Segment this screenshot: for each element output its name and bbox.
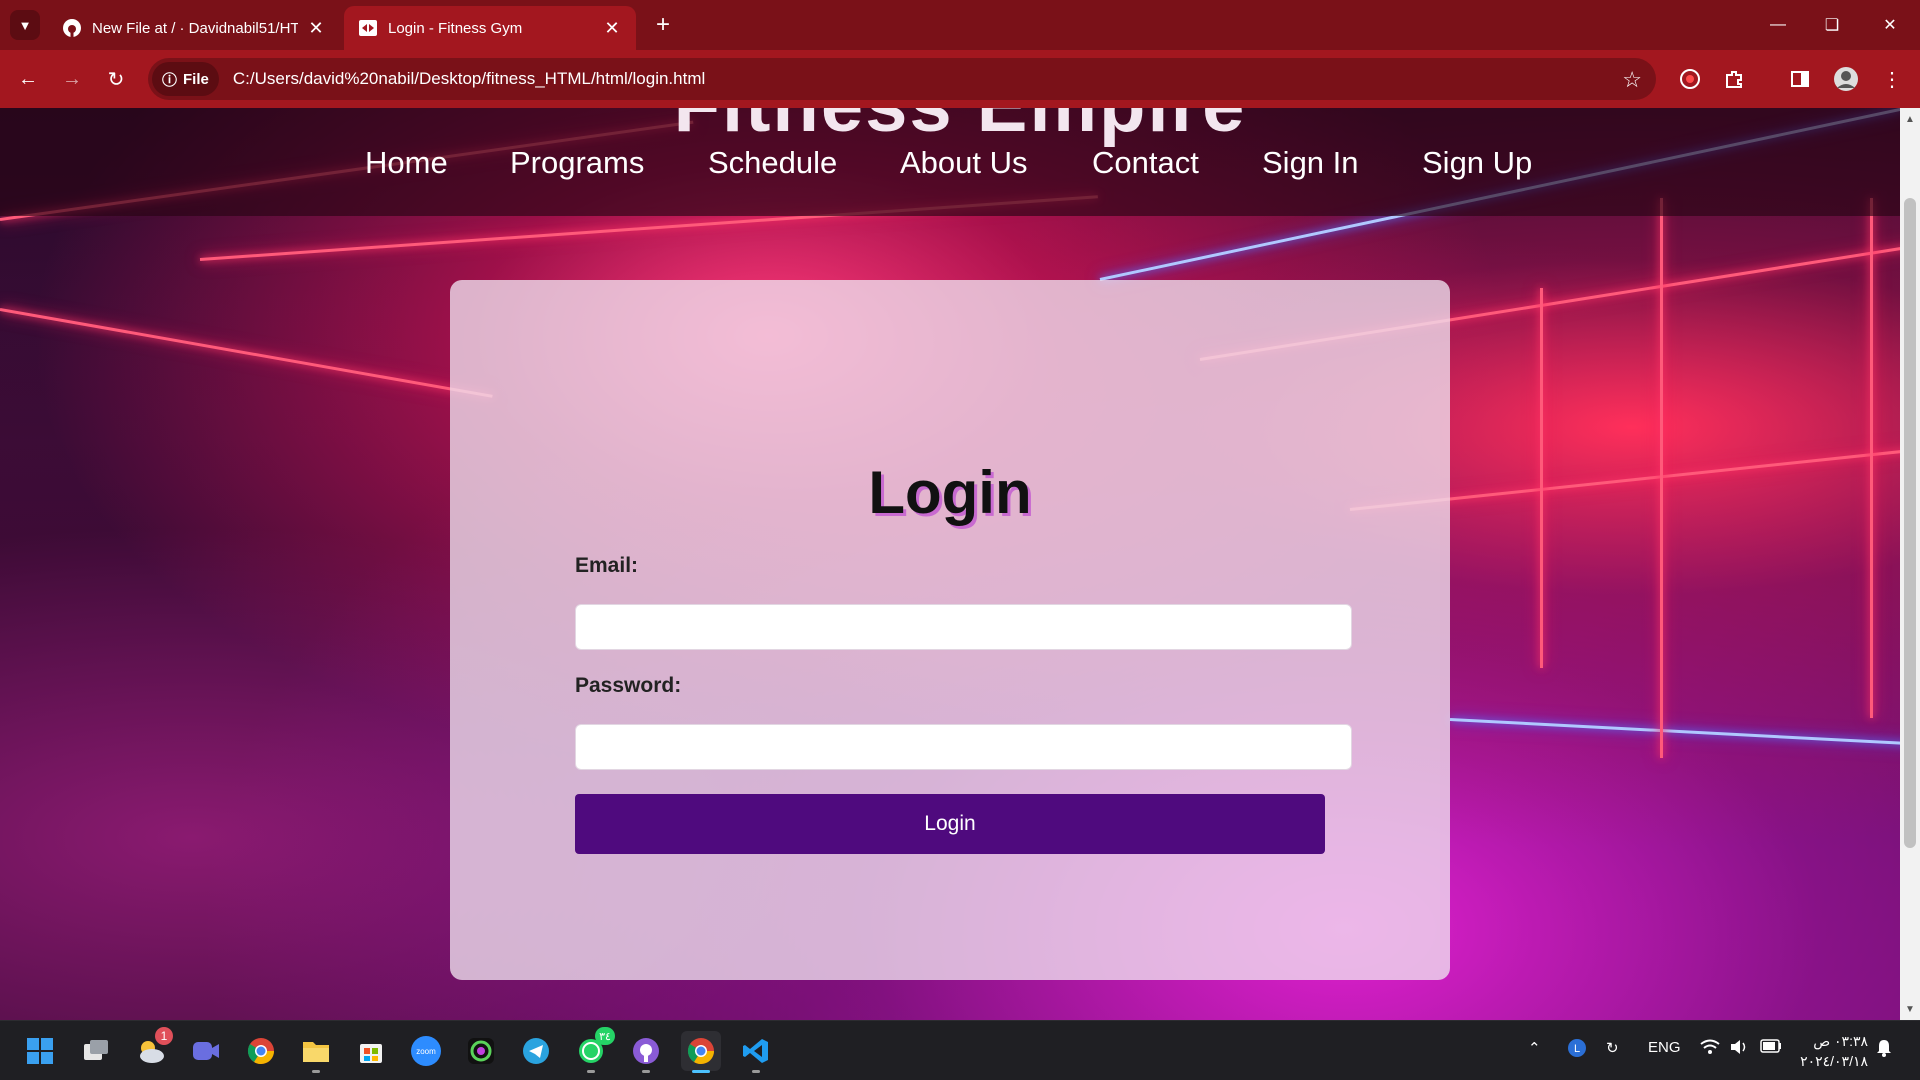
forward-icon[interactable]: → (56, 63, 88, 95)
chrome-active-icon[interactable] (681, 1031, 721, 1073)
url-text: C:/Users/david%20nabil/Desktop/fitness_H… (232, 69, 706, 88)
password-label: Password: (575, 674, 682, 697)
close-icon[interactable]: ✕ (306, 18, 326, 39)
neon-light (1449, 718, 1920, 746)
tab-github[interactable]: New File at / · Davidnabil51/HTML ✕ (48, 6, 340, 50)
clock-date: ٢٠٢٤/٠٣/١٨ (1800, 1053, 1868, 1069)
email-field[interactable] (575, 604, 1352, 650)
github-desktop-icon[interactable] (626, 1031, 666, 1073)
minimize-icon[interactable]: — (1758, 10, 1798, 40)
vscode-icon[interactable] (736, 1031, 776, 1073)
login-button[interactable]: Login (575, 794, 1325, 854)
neon-light (1540, 288, 1543, 668)
wifi-icon[interactable] (1700, 1039, 1720, 1059)
address-bar[interactable]: ⓘ File C:/Users/david%20nabil/Desktop/fi… (148, 58, 1656, 100)
side-panel-icon[interactable] (1784, 63, 1816, 95)
chevron-up-icon[interactable]: ⌃ (1528, 1039, 1541, 1057)
site-info-chip[interactable]: ⓘ File (152, 62, 219, 96)
info-icon: ⓘ (162, 71, 178, 89)
running-indicator (587, 1070, 595, 1073)
page-viewport: Fitness Empire Home Programs Schedule Ab… (0, 108, 1920, 1020)
task-view-icon[interactable] (76, 1031, 116, 1071)
tab-login[interactable]: Login - Fitness Gym ✕ (344, 6, 636, 50)
new-tab-button[interactable]: + (648, 10, 678, 40)
file-icon (358, 18, 378, 38)
tab-title: Login - Fitness Gym (388, 19, 523, 37)
zoom-label: zoom (411, 1036, 441, 1066)
app-icon[interactable] (461, 1031, 501, 1071)
profile-avatar[interactable] (1830, 63, 1862, 95)
nav-about-us[interactable]: About Us (900, 145, 1028, 181)
clock-time: ٠٣:٣٨ ص (1813, 1033, 1868, 1049)
weather-badge: 1 (155, 1027, 173, 1045)
running-indicator (752, 1070, 760, 1073)
running-indicator (692, 1070, 710, 1073)
back-icon[interactable]: ← (12, 63, 44, 95)
chrome-icon[interactable] (241, 1031, 281, 1071)
password-field[interactable] (575, 724, 1352, 770)
login-heading: Login (868, 459, 1032, 526)
bookmark-star-icon[interactable]: ☆ (1622, 67, 1642, 93)
volume-icon[interactable] (1730, 1039, 1748, 1059)
github-icon (62, 18, 82, 38)
windows-taskbar: 1 zoom ٣٤ ⌃ L ↻ ENG ٠٣:٣٨ ص ٢٠٢٤/٠٣/١٨ (0, 1020, 1920, 1080)
taskbar-clock[interactable]: ٠٣:٣٨ ص ٢٠٢٤/٠٣/١٨ (1800, 1031, 1868, 1071)
language-indicator-icon[interactable]: L (1566, 1037, 1588, 1063)
neon-light (1870, 198, 1873, 718)
tab-title: New File at / · Davidnabil51/HTML (92, 19, 298, 37)
nav-sign-up[interactable]: Sign Up (1422, 145, 1532, 181)
menu-icon[interactable]: ⋮ (1876, 63, 1908, 95)
notification-bell-icon[interactable] (1876, 1039, 1892, 1061)
nav-home[interactable]: Home (365, 145, 448, 181)
battery-icon[interactable] (1760, 1039, 1782, 1057)
whatsapp-icon[interactable]: ٣٤ (571, 1027, 615, 1073)
nav-schedule[interactable]: Schedule (708, 145, 837, 181)
nav-programs[interactable]: Programs (510, 145, 644, 181)
whatsapp-badge: ٣٤ (595, 1027, 615, 1045)
site-brand: Fitness Empire (0, 108, 1920, 149)
language-label[interactable]: ENG (1648, 1039, 1681, 1056)
neon-light (0, 308, 493, 398)
nav-sign-in[interactable]: Sign In (1262, 145, 1359, 181)
browser-toolbar: ← → ↻ ⓘ File C:/Users/david%20nabil/Desk… (0, 50, 1920, 108)
close-icon[interactable]: ✕ (602, 18, 622, 39)
tab-search-button[interactable]: ▼ (10, 10, 40, 40)
window-close-icon[interactable]: ✕ (1870, 10, 1910, 40)
scroll-thumb[interactable] (1904, 198, 1916, 848)
main-nav: Home Programs Schedule About Us Contact … (0, 145, 1920, 195)
extensions-icon[interactable] (1718, 63, 1750, 95)
neon-light (1660, 198, 1663, 758)
email-label: Email: (575, 554, 639, 577)
nav-contact[interactable]: Contact (1092, 145, 1199, 181)
restore-icon[interactable]: ❏ (1812, 10, 1852, 40)
weather-icon[interactable]: 1 (131, 1027, 173, 1071)
browser-tab-bar: ▼ New File at / · Davidnabil51/HTML ✕ Lo… (0, 0, 1920, 50)
login-card: Login Email: Password: Login (450, 280, 1450, 980)
reload-icon[interactable]: ↻ (100, 63, 132, 95)
chevron-down-icon: ▼ (18, 17, 32, 33)
scroll-down-icon[interactable]: ▼ (1900, 1000, 1920, 1018)
record-icon[interactable] (1674, 63, 1706, 95)
running-indicator (312, 1070, 320, 1073)
windows-start-icon[interactable] (20, 1031, 60, 1071)
site-info-label: File (183, 70, 209, 88)
sync-icon[interactable]: ↻ (1606, 1039, 1619, 1057)
file-explorer-icon[interactable] (296, 1031, 336, 1073)
microsoft-store-icon[interactable] (351, 1031, 391, 1071)
page-scrollbar[interactable]: ▲ ▼ (1900, 108, 1920, 1020)
zoom-icon[interactable]: zoom (406, 1031, 446, 1071)
scroll-up-icon[interactable]: ▲ (1900, 110, 1920, 128)
site-header: Fitness Empire Home Programs Schedule Ab… (0, 108, 1920, 216)
telegram-icon[interactable] (516, 1031, 556, 1071)
running-indicator (642, 1070, 650, 1073)
teams-meet-icon[interactable] (186, 1031, 226, 1071)
svg-text:L: L (1574, 1043, 1580, 1055)
